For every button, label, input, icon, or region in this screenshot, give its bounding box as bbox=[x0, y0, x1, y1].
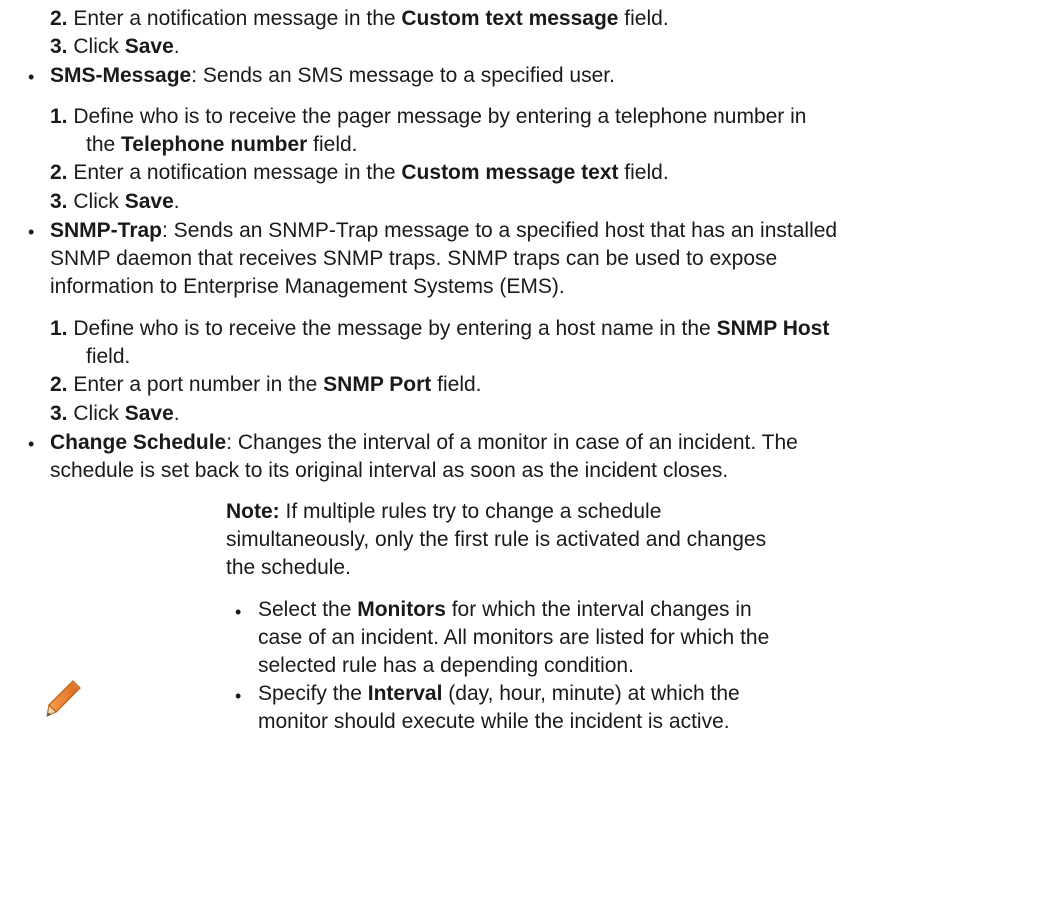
snmp-desc-line-3: information to Enterprise Management Sys… bbox=[50, 275, 565, 298]
change-schedule-heading: Change Schedule: Changes the interval of… bbox=[50, 431, 798, 454]
snmp-step-1-cont: field. bbox=[86, 345, 131, 368]
snmp-heading: SNMP-Trap: Sends an SNMP-Trap message to… bbox=[50, 219, 838, 242]
step-3-top: 3. Click Save. bbox=[50, 35, 180, 58]
sms-step-3: 3. Click Save. bbox=[50, 190, 180, 213]
pencil-icon bbox=[46, 680, 81, 717]
sms-step-1: 1. Define who is to receive the pager me… bbox=[50, 105, 807, 128]
bullet-change-schedule: • bbox=[28, 434, 35, 454]
snmp-step-3: 3. Click Save. bbox=[50, 402, 180, 425]
snmp-desc-line-2: SNMP daemon that receives SNMP traps. SN… bbox=[50, 247, 778, 270]
bullet-interval: • bbox=[235, 686, 242, 706]
monitors-line-1: Select the Monitors for which the interv… bbox=[258, 598, 752, 621]
bullet-snmp: • bbox=[28, 222, 35, 242]
sms-step-1-cont: the Telephone number field. bbox=[86, 133, 358, 156]
step-2-top: 2. Enter a notification message in the C… bbox=[50, 7, 669, 30]
bullet-monitors: • bbox=[235, 602, 242, 622]
note-line-1: Note: If multiple rules try to change a … bbox=[226, 500, 662, 523]
bullet-sms: • bbox=[28, 67, 35, 87]
snmp-step-1: 1. Define who is to receive the message … bbox=[50, 317, 830, 340]
change-schedule-desc-line-2: schedule is set back to its original int… bbox=[50, 459, 729, 482]
sms-heading: SMS-Message: Sends an SMS message to a s… bbox=[50, 64, 615, 87]
interval-line-2: monitor should execute while the inciden… bbox=[258, 710, 730, 733]
note-line-2: simultaneously, only the first rule is a… bbox=[226, 528, 767, 551]
interval-line-1: Specify the Interval (day, hour, minute)… bbox=[258, 682, 740, 705]
note-line-3: the schedule. bbox=[226, 556, 351, 579]
monitors-line-2: case of an incident. All monitors are li… bbox=[258, 626, 770, 649]
sms-step-2: 2. Enter a notification message in the C… bbox=[50, 161, 669, 184]
monitors-line-3: selected rule has a depending condition. bbox=[258, 654, 634, 677]
snmp-step-2: 2. Enter a port number in the SNMP Port … bbox=[50, 373, 482, 396]
